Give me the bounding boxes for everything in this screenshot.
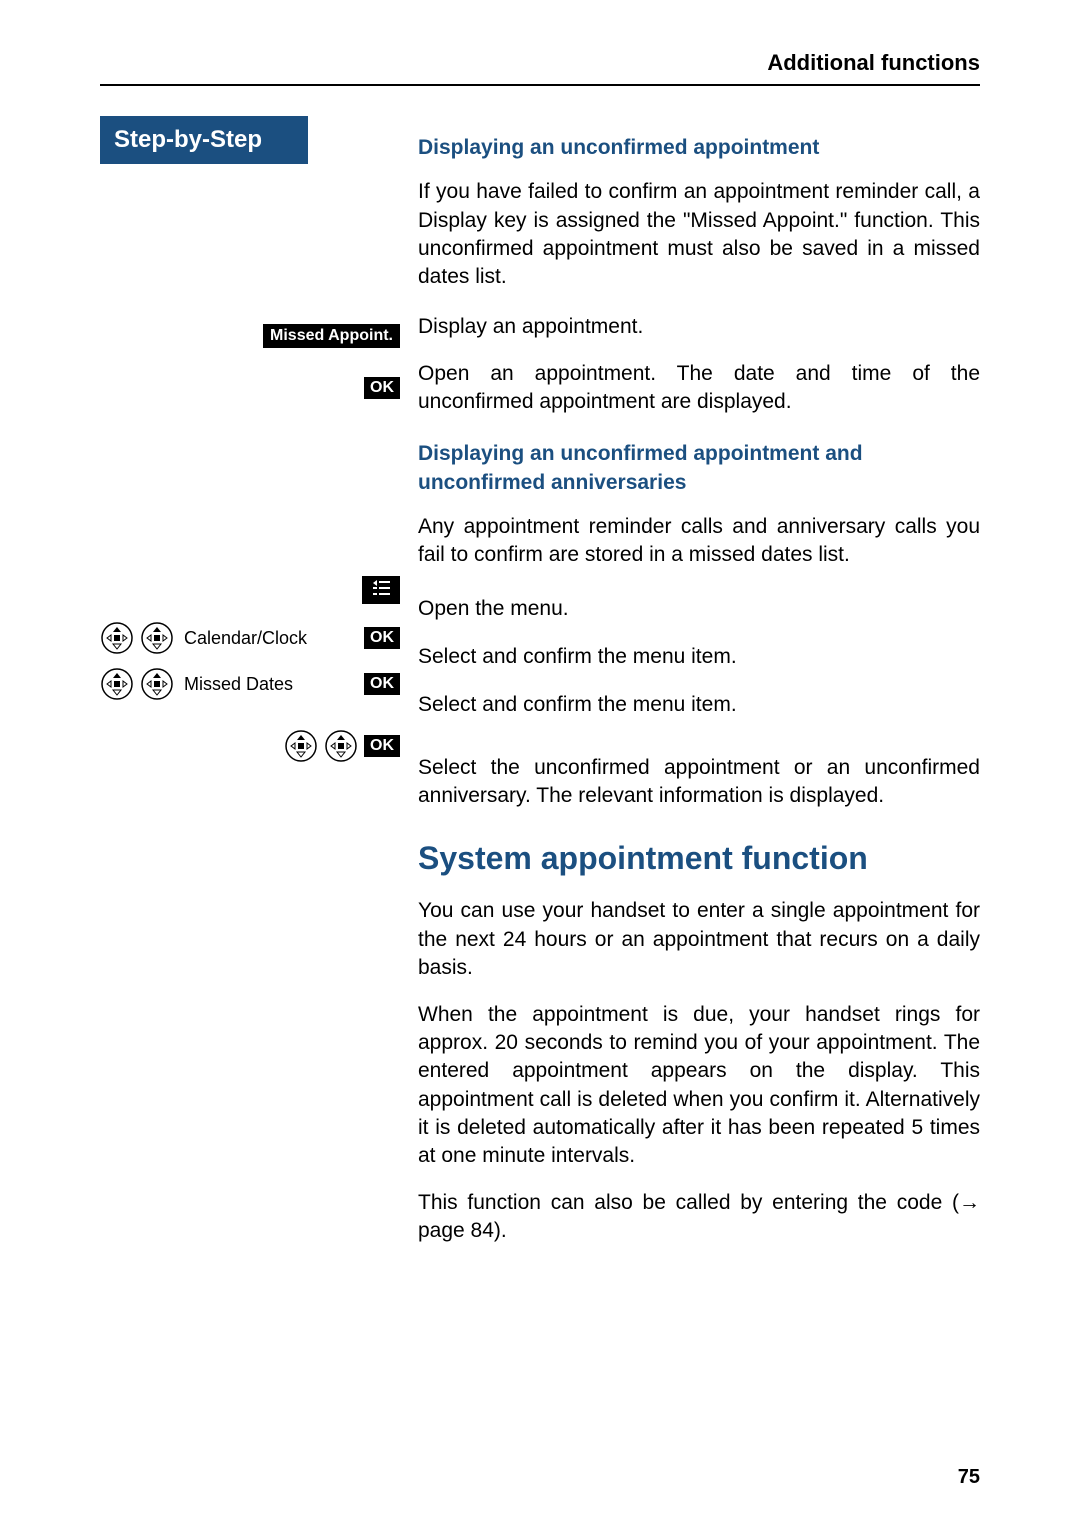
subheading-unconfirmed-appt: Displaying an unconfirmed appointment: [418, 134, 980, 162]
steps-sidebar: Step-by-Step Missed Appoint. OK: [100, 116, 400, 1263]
spacer: [100, 179, 400, 319]
manual-page: Additional functions Step-by-Step Missed…: [0, 0, 1080, 1529]
paragraph: When the appointment is due, your handse…: [418, 1001, 980, 1171]
spacer: [418, 116, 980, 134]
menu-glyph-icon: [371, 580, 391, 600]
sidebar-row-nav-ok: OK: [100, 729, 400, 763]
header-title: Additional functions: [767, 50, 980, 75]
arrow-right-icon: →: [959, 1191, 980, 1214]
sidebar-row-ok: OK: [100, 371, 400, 405]
step-select-unconfirmed: Select the unconfirmed appointment or an…: [418, 752, 980, 811]
sidebar-row-missed-dates: Missed Dates OK: [100, 667, 400, 701]
menu-item-missed-dates: Missed Dates: [180, 674, 358, 695]
spacer: [100, 423, 400, 573]
paragraph: Any appointment reminder calls and anniv…: [418, 513, 980, 570]
step-by-step-heading: Step-by-Step: [100, 116, 308, 164]
ok-key-icon: OK: [364, 627, 400, 649]
menu-item-calendar-clock: Calendar/Clock: [180, 628, 358, 649]
running-header: Additional functions: [100, 50, 980, 86]
content-column: Displaying an unconfirmed appointment If…: [400, 116, 980, 1263]
nav-up-down-icon: [100, 667, 134, 701]
paragraph-code-ref: This function can also be called by ente…: [418, 1189, 980, 1246]
nav-up-down-icon: [140, 667, 174, 701]
nav-up-down-icon: [100, 621, 134, 655]
step-select-calendar: Select and confirm the menu item.: [418, 640, 980, 674]
paragraph: You can use your handset to enter a sing…: [418, 897, 980, 982]
two-column-layout: Step-by-Step Missed Appoint. OK: [100, 116, 980, 1263]
page-number: 75: [958, 1466, 980, 1489]
nav-up-down-icon: [140, 621, 174, 655]
step-select-missed-dates: Select and confirm the menu item.: [418, 688, 980, 722]
heading-system-appointment: System appointment function: [418, 840, 980, 877]
ok-key-icon: OK: [364, 735, 400, 757]
ok-key-icon: OK: [364, 673, 400, 695]
subheading-unconfirmed-appt-anniv: Displaying an unconfirmed appointment an…: [418, 440, 980, 497]
step-open-menu: Open the menu.: [418, 592, 980, 626]
step-open-appointment: Open an appointment. The date and time o…: [418, 358, 980, 417]
missed-appoint-key: Missed Appoint.: [263, 324, 400, 348]
menu-key-icon: [362, 576, 400, 604]
sidebar-row-missed-appoint: Missed Appoint.: [100, 319, 400, 353]
sidebar-row-calendar-clock: Calendar/Clock OK: [100, 621, 400, 655]
nav-up-down-icon: [324, 729, 358, 763]
step-display-appointment: Display an appointment.: [418, 310, 980, 344]
text-fragment: page 84).: [418, 1219, 507, 1242]
nav-up-down-icon: [284, 729, 318, 763]
ok-key-icon: OK: [364, 377, 400, 399]
sidebar-row-menu: [100, 573, 400, 607]
text-fragment: This function can also be called by ente…: [418, 1191, 959, 1214]
paragraph: If you have failed to confirm an appoint…: [418, 178, 980, 291]
